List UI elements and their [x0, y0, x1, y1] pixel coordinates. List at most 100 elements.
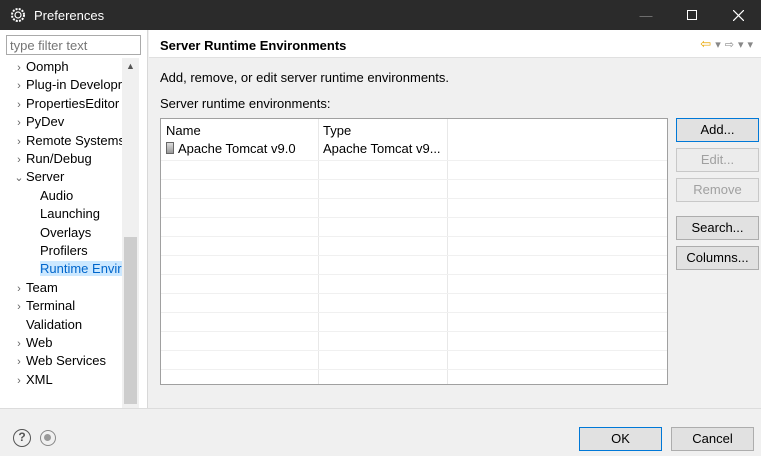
collapsed-chevron-icon[interactable]: ›: [12, 59, 26, 77]
collapsed-chevron-icon[interactable]: ›: [12, 77, 26, 95]
column-separator: [318, 119, 319, 384]
record-icon[interactable]: [40, 430, 56, 446]
row-divider: [161, 179, 667, 180]
row-divider: [161, 255, 667, 256]
tree-item-label: Terminal: [26, 298, 76, 314]
collapsed-chevron-icon[interactable]: ›: [12, 114, 26, 132]
preference-tree: › Oomph › Plug-in Developr › PropertiesEditor…: [0, 58, 122, 420]
runtime-table[interactable]: Name Type Apache Tomcat v9.0 Apache Tomca…: [160, 118, 668, 385]
title-bar: Preferences —: [0, 0, 761, 30]
tree-item-label: Web: [26, 335, 53, 350]
tree-item-label: Launching: [40, 206, 100, 222]
server-runtime-icon: [166, 142, 174, 154]
page-header: Server Runtime Environments ⇦ ▾ ⇨ ▾ ▾: [149, 30, 761, 58]
column-header-name[interactable]: Name: [166, 123, 201, 138]
tree-item-label: Run/Debug: [26, 151, 92, 166]
row-divider: [161, 217, 667, 218]
remove-button[interactable]: Remove: [676, 178, 759, 202]
dialog-footer: ? OK Cancel: [0, 408, 761, 456]
runtime-list-label: Server runtime environments:: [160, 96, 331, 111]
tree-item[interactable]: › Oomph: [12, 58, 69, 77]
row-divider: [161, 236, 667, 237]
collapsed-chevron-icon[interactable]: ›: [12, 353, 26, 371]
tree-item[interactable]: Runtime Enviro: [40, 260, 122, 278]
row-divider: [161, 293, 667, 294]
tree-item[interactable]: › Run/Debug: [12, 150, 92, 168]
ok-button[interactable]: OK: [579, 427, 662, 451]
tree-item-label: XML: [26, 371, 53, 387]
tree-vertical-scrollbar[interactable]: ▲ ▼: [122, 58, 139, 420]
add-button[interactable]: Add...: [676, 118, 759, 142]
window-title: Preferences: [34, 7, 105, 23]
tree-item-label: Profilers: [40, 243, 88, 258]
row-divider: [161, 160, 667, 161]
tree-item[interactable]: Profilers: [40, 242, 88, 260]
row-divider: [161, 312, 667, 313]
maximize-button[interactable]: [669, 0, 715, 30]
row-divider: [161, 274, 667, 275]
preference-tree-pane: ›Oomph›Plug-in Developr›PropertiesEditor…: [0, 30, 148, 438]
row-divider: [161, 369, 667, 370]
history-nav: ⇦ ▾ ⇨ ▾ ▾: [700, 36, 753, 52]
search-button[interactable]: Search...: [676, 216, 759, 240]
tree-item-label: Web Services: [26, 353, 106, 369]
collapsed-chevron-icon[interactable]: ›: [12, 280, 26, 298]
tree-item[interactable]: › Web: [12, 334, 53, 353]
collapsed-chevron-icon[interactable]: ›: [12, 372, 26, 390]
tree-item-label: Validation: [26, 316, 83, 332]
collapsed-chevron-icon[interactable]: ›: [12, 151, 26, 169]
tree-item-label: Remote Systems: [26, 132, 122, 148]
tree-item-label: Runtime Enviro: [40, 261, 122, 277]
forward-arrow-icon[interactable]: ⇨: [725, 38, 734, 51]
tree-item[interactable]: Audio: [40, 187, 73, 205]
forward-dropdown-icon[interactable]: ▾: [738, 38, 744, 51]
tree-item[interactable]: › PyDev: [12, 113, 64, 131]
tree-item-label: Oomph: [26, 59, 69, 74]
tree-item-label: Team: [26, 279, 58, 295]
back-arrow-icon[interactable]: ⇦: [700, 36, 711, 52]
close-button[interactable]: [715, 0, 761, 30]
cancel-button[interactable]: Cancel: [671, 427, 754, 451]
column-header-type[interactable]: Type: [323, 123, 351, 138]
row-divider: [161, 331, 667, 332]
scroll-thumb[interactable]: [124, 237, 137, 404]
tree-item-label: Server: [26, 169, 65, 185]
tree-item-label: Audio: [40, 187, 74, 203]
view-menu-icon[interactable]: ▾: [747, 38, 753, 51]
edit-button[interactable]: Edit...: [676, 148, 759, 172]
table-row[interactable]: Apache Tomcat v9.0: [166, 141, 296, 156]
tree-item[interactable]: › Team: [12, 279, 58, 297]
back-dropdown-icon[interactable]: ▾: [715, 38, 721, 51]
preferences-gear-icon: [11, 8, 25, 22]
tree-item[interactable]: Launching: [40, 205, 100, 223]
collapsed-chevron-icon[interactable]: ›: [12, 335, 26, 353]
collapsed-chevron-icon[interactable]: ›: [12, 298, 26, 316]
column-separator: [447, 119, 448, 384]
tree-item[interactable]: Validation: [26, 316, 82, 334]
tree-item[interactable]: ⌄ Server: [12, 168, 64, 186]
tree-item-label: PyDev: [26, 114, 65, 130]
help-icon[interactable]: ?: [13, 429, 31, 447]
tree-item[interactable]: › Web Services: [12, 352, 106, 370]
tree-item-label: Overlays: [40, 224, 92, 240]
tree-item[interactable]: › Plug-in Developr: [12, 76, 122, 94]
collapsed-chevron-icon[interactable]: ›: [12, 96, 26, 114]
page-description: Add, remove, or edit server runtime envi…: [160, 70, 450, 85]
columns-button[interactable]: Columns...: [676, 246, 759, 270]
page-title: Server Runtime Environments: [160, 38, 347, 53]
tree-item-label: Plug-in Developr: [26, 77, 122, 93]
tree-item[interactable]: › Terminal: [12, 297, 75, 315]
tree-item[interactable]: › XML: [12, 371, 53, 389]
tree-item-label: PropertiesEditor: [26, 95, 120, 111]
scroll-up-arrow-icon[interactable]: ▲: [122, 58, 139, 75]
close-icon: [732, 9, 744, 21]
preference-page: Server Runtime Environments ⇦ ▾ ⇨ ▾ ▾ Ad…: [149, 30, 761, 408]
expanded-chevron-icon[interactable]: ⌄: [12, 169, 26, 187]
row-divider: [161, 198, 667, 199]
tree-item[interactable]: › PropertiesEditor: [12, 95, 119, 113]
minimize-button[interactable]: —: [623, 0, 669, 30]
tree-item[interactable]: Overlays: [40, 224, 91, 242]
collapsed-chevron-icon[interactable]: ›: [12, 133, 26, 151]
tree-item[interactable]: › Remote Systems: [12, 132, 122, 150]
filter-input[interactable]: [6, 35, 141, 55]
